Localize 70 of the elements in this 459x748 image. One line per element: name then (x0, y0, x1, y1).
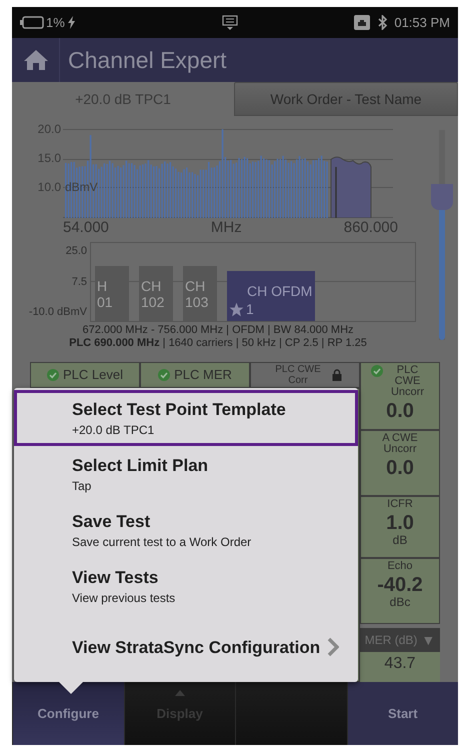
unit-label: dBmV (65, 181, 98, 193)
channel-label: 01 (97, 294, 114, 310)
clock-time: 01:53 PM (394, 14, 450, 32)
ethernet-icon (354, 15, 370, 30)
x-axis-end: 860.000 (344, 220, 398, 236)
channel-label: 102 (141, 294, 166, 310)
chevron-right-icon (327, 637, 339, 657)
bluetooth-icon (378, 15, 388, 30)
toolbar-button[interactable]: Start (346, 682, 458, 745)
result-value: 1.0 (386, 512, 414, 534)
menu-item[interactable]: Select Test Point Template +20.0 dB TPC1 (14, 390, 358, 446)
x-axis-start: 54.000 (63, 220, 109, 236)
result-label: Echo (386, 561, 414, 572)
battery-percent: 1% (46, 14, 65, 32)
menu-item[interactable]: Select Limit Plan Tap (14, 446, 358, 502)
channel-block[interactable]: CH 102 (139, 266, 173, 321)
up-arrow-icon (174, 690, 185, 696)
notification-icon (222, 14, 238, 30)
menu-item-title: View StrataSync Configuration (72, 636, 320, 658)
channel-label: CH (141, 278, 162, 294)
menu-item[interactable]: Save Test Save current test to a Work Order (14, 502, 358, 558)
toolbar-button[interactable]: Configure (12, 682, 124, 745)
channel-block[interactable]: H 01 (95, 266, 129, 321)
check-icon (370, 365, 382, 377)
menu-item-title: Select Test Point Template (72, 398, 287, 420)
menu-item[interactable]: View Tests View previous tests (14, 558, 358, 614)
home-icon (22, 49, 48, 71)
check-icon (158, 369, 170, 381)
y-axis-label: 25.0 (64, 246, 87, 257)
result-label: ICFR (386, 499, 414, 510)
channel-label: H (97, 278, 108, 294)
table-cell: 43.7 (360, 652, 440, 682)
channel-number: 1 (246, 301, 254, 317)
channel-block[interactable]: CH OFDM 1 (227, 271, 315, 321)
level-slider[interactable] (431, 130, 453, 340)
result-label: A CWE Uncorr (381, 433, 419, 455)
x-axis-unit: MHz (210, 220, 242, 236)
menu-item[interactable]: View StrataSync Configuration (14, 614, 358, 680)
app-title: Channel Expert (68, 46, 227, 75)
result-label: PLC CWE Corr (274, 364, 322, 386)
menu-item-subtitle: +20.0 dB TPC1 (72, 422, 156, 438)
menu-item-title: Save Test (72, 510, 152, 532)
channel-label: 103 (185, 294, 210, 310)
channel-info-line: 672.000 MHz - 756.000 MHz | OFDM | BW 84.000 MHz (82, 324, 354, 336)
battery-icon (20, 16, 44, 29)
result-value: -40.2 (377, 574, 423, 596)
sort-indicator: ▼ (421, 630, 436, 650)
result-value: 0.0 (386, 457, 414, 479)
result-label: PLC CWE Uncorr (390, 365, 425, 398)
menu-item-subtitle: Save current test to a Work Order (72, 534, 252, 550)
menu-item-title: View Tests (72, 566, 160, 588)
star-icon (229, 302, 244, 316)
lock-icon (332, 369, 342, 381)
result-unit: dBc (390, 596, 410, 609)
menu-item-subtitle: Tap (72, 478, 92, 494)
y-axis-label: 7.5 (70, 276, 87, 288)
y-axis-label: -10.0 dBmV (28, 307, 87, 318)
channel-block[interactable]: CH 103 (183, 266, 217, 321)
result-label: PLC MER (174, 366, 232, 384)
menu-item-title: Select Limit Plan (72, 454, 210, 476)
check-icon (47, 369, 59, 381)
channel-label: CH OFDM (246, 283, 313, 299)
result-value: 0.0 (386, 400, 414, 422)
menu-item-subtitle: View previous tests (72, 590, 176, 606)
channel-label: CH (185, 278, 206, 294)
channel-info-line: PLC 690.000 MHz | 1640 carriers | 50 kHz | CP 2.5 | RP 1.25 (69, 337, 367, 349)
result-label: PLC Level (63, 366, 123, 384)
result-unit: dB (392, 534, 408, 547)
lightning-icon (66, 16, 76, 29)
slider-thumb[interactable] (431, 184, 453, 210)
